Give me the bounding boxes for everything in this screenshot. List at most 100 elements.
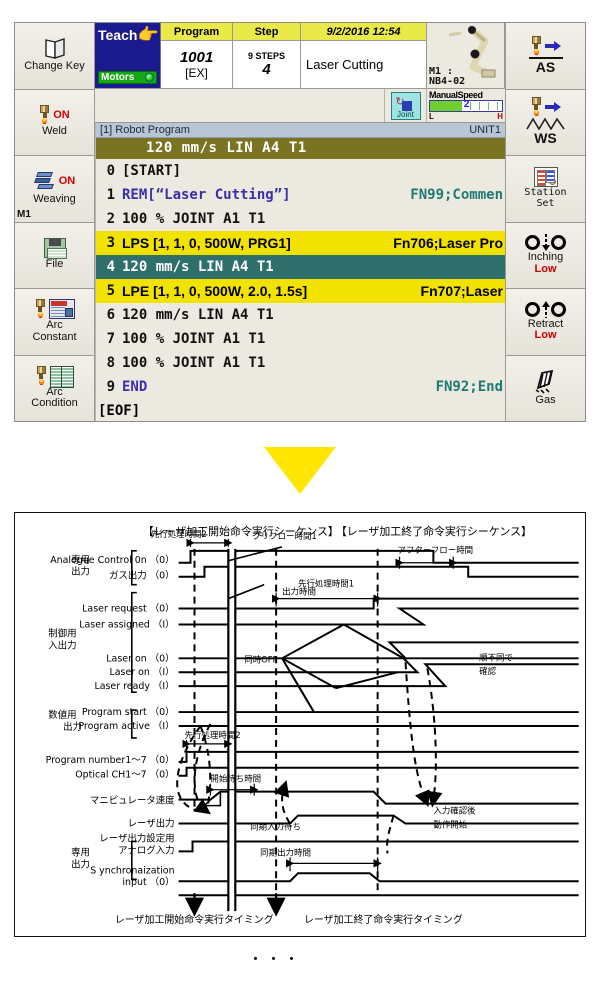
pointing-hand-icon: 👉: [137, 25, 159, 44]
station-set-icon: [533, 167, 558, 188]
row-function-code: FN92;End: [435, 379, 503, 395]
book-icon: [49, 365, 74, 388]
joint-icon: ↻ Joint: [390, 91, 421, 120]
table-row[interactable]: 5 LPE [1, 1, 0, 500W, 2.0, 1.5s] Fn707;Las…: [96, 279, 505, 303]
sidebar-item-change-key[interactable]: Change Key: [15, 23, 95, 90]
row-instruction: 100 % JOINT A1 T1: [122, 331, 266, 347]
manual-speed-widget[interactable]: ManualSpeed 2 L H: [427, 89, 505, 122]
datetime-comment-field: 9/2/2016 12:54 Laser Cutting: [301, 23, 427, 88]
signal-label: Program number1～7 （0）: [46, 755, 175, 766]
page-continuation-ellipsis: ・・・: [248, 951, 303, 968]
row-function-code: FN99;Commen: [410, 187, 503, 203]
row-line-number: 4: [106, 259, 115, 275]
manual-speed-range: L H: [429, 112, 503, 121]
row-function-code: Fn706;Laser Pro: [393, 235, 503, 251]
sidebar-item-label: Weld: [42, 125, 67, 138]
sidebar-item-label: Arc Condition: [31, 385, 78, 410]
page-root: Change Key ON Weld ON Weaving M1 File Ar…: [0, 0, 600, 1001]
program-field[interactable]: Program 1001 [EX]: [161, 23, 233, 88]
inching-level: Low: [534, 262, 557, 275]
sidebar-item-retract[interactable]: Retract Low: [505, 289, 585, 356]
sidebar-item-station-set[interactable]: Station Set: [505, 156, 585, 223]
group-label-dedicated-output-bottom: 専用: [71, 846, 90, 858]
annotation-afterflow-time: アフターフロー時間: [398, 545, 474, 555]
weld-icon-row: ON: [39, 105, 70, 125]
annotation-after-input-confirm-2: 動作開始: [433, 820, 467, 830]
program-comment: Laser Cutting: [301, 41, 426, 88]
right-arrow-icon: [544, 40, 561, 52]
pendant-main: Teach 👉 Motors Program 1001 [EX] Step 9 …: [95, 23, 505, 421]
annotation-simultaneous-off: 同時OFF: [244, 654, 277, 664]
sidebar-item-gas[interactable]: Gas: [505, 355, 585, 421]
row-instruction: REM[“Laser Cutting”]: [122, 187, 291, 203]
manual-speed-fill: [430, 101, 462, 111]
program-number: 1001: [179, 49, 214, 66]
table-row[interactable]: 3 LPS [1, 1, 0, 500W, PRG1] Fn706;Laser Pr…: [96, 231, 505, 255]
sidebar-item-label: AS: [535, 58, 556, 75]
timing-diagram: 【レーザ加工開始命令実行シーケンス】 【レーザ加工終了命令実行シーケンス】 専用…: [14, 512, 586, 937]
signal-label: レーザ出力設定用アナログ入力: [99, 832, 174, 856]
program-rows-container[interactable]: 0 [START] 1 REM[“Laser Cutting”] FN99;Commen…: [96, 159, 505, 401]
program-panel-title-bar: [1] Robot Program UNIT1: [96, 123, 505, 138]
table-row[interactable]: 1 REM[“Laser Cutting”] FN99;Commen: [96, 183, 505, 207]
sidebar-item-weld[interactable]: ON Weld: [15, 89, 95, 156]
weaving-sub-label: M1: [17, 209, 31, 220]
floppy-icon: [43, 238, 67, 260]
robot-identifier: M1 : NB4-02: [429, 66, 466, 87]
retract-level: Low: [534, 329, 557, 342]
table-row[interactable]: 4 120 mm/s LIN A4 T1: [96, 255, 505, 279]
sidebar-item-arc-condition[interactable]: Arc Condition: [15, 355, 95, 421]
sidebar-item-label: Change Key: [24, 59, 85, 72]
table-row[interactable]: 8 100 % JOINT A1 T1: [96, 351, 505, 375]
manual-speed-bar[interactable]: 2: [429, 99, 503, 112]
sidebar-item-inching[interactable]: Inching Low: [505, 222, 585, 289]
program-eof-marker: [EOF]: [98, 403, 141, 419]
annotation-order-independent-1: 順不同で: [479, 652, 513, 662]
program-mode: [EX]: [185, 66, 208, 80]
arc-constant-icon-row: [35, 299, 75, 320]
torch-icon: [36, 365, 47, 386]
table-row[interactable]: 7 100 % JOINT A1 T1: [96, 327, 505, 351]
program-field-header: Program: [161, 23, 232, 41]
right-sequence-title: 【レーザ加工終了命令実行シーケンス】: [336, 524, 532, 538]
sidebar-item-file[interactable]: File: [15, 222, 95, 289]
table-row[interactable]: 0 [START]: [96, 159, 505, 183]
row-line-number: 8: [106, 355, 115, 371]
torch-icon: [531, 35, 542, 56]
step-field[interactable]: Step 9 STEPS 4: [233, 23, 301, 88]
joint-square-icon: [401, 100, 412, 111]
sidebar-item-ws[interactable]: WS: [505, 89, 585, 156]
row-instruction: LPE [1, 1, 0, 500W, 2.0, 1.5s]: [122, 283, 308, 299]
manual-speed-low: L: [429, 112, 434, 121]
torch-icon: [531, 97, 542, 117]
ws-icon-row: [531, 97, 561, 117]
row-line-number: 3: [106, 235, 115, 251]
arc-condition-icon-row: [36, 365, 74, 388]
signal-label: Laser on （0）: [106, 653, 174, 664]
table-row[interactable]: 6 120 mm/s LIN A4 T1: [96, 303, 505, 327]
row-line-number: 2: [106, 211, 115, 227]
group-label-control-io-2: 入出力: [48, 639, 76, 651]
simultaneous-off-lines: [281, 623, 405, 713]
inching-icon: [525, 234, 566, 252]
monitor-icon: [48, 299, 75, 320]
coord-system-button[interactable]: ↻ Joint: [385, 89, 427, 122]
motors-indicator[interactable]: Motors: [98, 71, 157, 84]
step-field-body: 9 STEPS 4: [233, 41, 300, 88]
row-line-number: 6: [106, 307, 115, 323]
mode-selector[interactable]: Teach 👉 Motors: [95, 23, 161, 88]
row-instruction: 100 % JOINT A1 T1: [122, 355, 266, 371]
table-row[interactable]: 2 100 % JOINT A1 T1: [96, 207, 505, 231]
sidebar-item-arc-constant[interactable]: Arc Constant: [15, 289, 95, 356]
table-row[interactable]: 9 END FN92;End: [96, 375, 505, 399]
row-instruction: [START]: [122, 163, 182, 179]
row-line-number: 0: [106, 163, 115, 179]
signal-label: Laser ready （I）: [94, 681, 174, 692]
row-instruction: END: [122, 379, 148, 395]
annotation-pre-process-time-2: 先行処理時間2: [151, 529, 207, 539]
signal-label: Optical CH1～7 （0）: [75, 770, 174, 781]
sidebar-item-weaving[interactable]: ON Weaving M1: [15, 156, 95, 223]
signal-label: ガス出力 （0）: [109, 570, 175, 582]
sidebar-item-as[interactable]: AS: [505, 23, 585, 90]
retract-icon: [525, 300, 566, 318]
